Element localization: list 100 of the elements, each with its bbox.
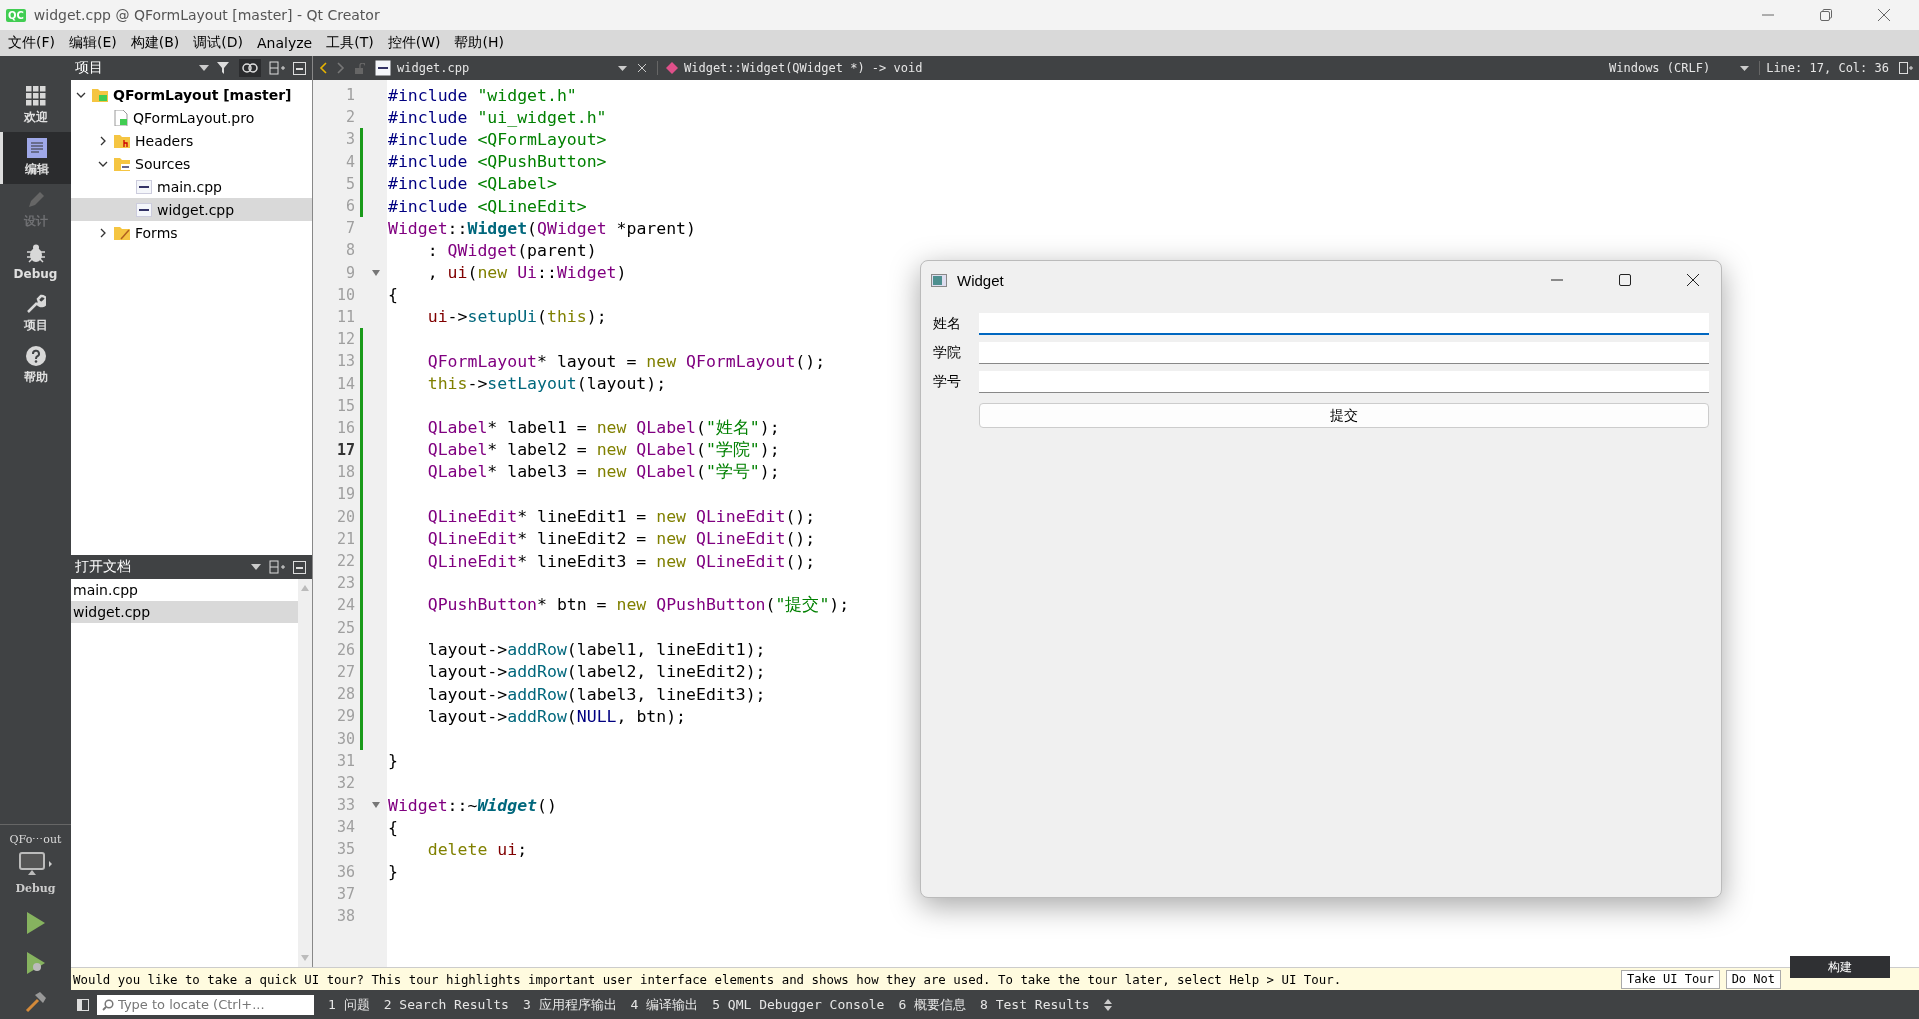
run-icon[interactable]: [25, 911, 46, 935]
menu-item[interactable]: 调试(D): [193, 34, 243, 52]
input-field[interactable]: [979, 371, 1709, 393]
app-logo: QC: [6, 8, 26, 22]
line-number: 36: [335, 862, 355, 881]
line-number: 32: [335, 773, 355, 792]
build-config: Debug: [15, 882, 56, 895]
fold-arrow-icon[interactable]: [372, 802, 380, 809]
line-number: 19: [335, 485, 355, 504]
menu-item[interactable]: 构建(B): [130, 34, 180, 52]
line-number: 23: [335, 574, 355, 593]
output-pane-button[interactable]: 3 应用程序输出: [522, 995, 617, 1014]
document-item[interactable]: widget.cpp: [71, 601, 298, 623]
sidebar-toggle-icon[interactable]: [77, 998, 89, 1011]
output-pane-button[interactable]: 2 Search Results: [383, 997, 509, 1012]
window-title: Widget: [957, 271, 1004, 289]
close-icon[interactable]: [1687, 274, 1699, 286]
dropdown-icon[interactable]: [251, 564, 261, 570]
line-number: 20: [335, 507, 355, 526]
code-line: layout->addRow(label1, lineEdit1);: [426, 640, 766, 660]
line-number: 10: [335, 285, 355, 304]
document-item[interactable]: main.cpp: [71, 579, 298, 601]
line-number: 2: [344, 108, 355, 127]
mode-button[interactable]: 编辑: [0, 132, 71, 184]
line-number: 4: [344, 152, 355, 171]
line-number: 14: [335, 374, 355, 393]
split-icon[interactable]: [269, 560, 285, 574]
line-number: 18: [335, 463, 355, 482]
hammer-icon[interactable]: [24, 991, 47, 1013]
output-pane-button[interactable]: 8 Test Results: [980, 997, 1090, 1012]
split-icon[interactable]: [269, 61, 285, 75]
line-number: 1: [344, 86, 355, 105]
fold-arrow-icon[interactable]: [372, 269, 380, 276]
line-number: 29: [335, 707, 355, 726]
output-pane-button[interactable]: 5 QML Debugger Console: [712, 997, 885, 1012]
tour-button[interactable]: Take UI Tour: [1620, 969, 1720, 989]
menu-item[interactable]: 工具(T): [326, 34, 374, 52]
line-number: 7: [344, 219, 355, 238]
cursor-position[interactable]: Line: 17, Col: 36: [1759, 61, 1889, 75]
tree-item[interactable]: Headers: [71, 129, 312, 152]
tree-item[interactable]: QFormLayout.pro: [71, 106, 312, 129]
code-line: QLabel* label2 = new QLabel("学院");: [426, 439, 780, 462]
tree-item[interactable]: QFormLayout [master]: [71, 83, 312, 106]
dropdown-icon: [1740, 65, 1750, 71]
dropdown-icon[interactable]: [199, 65, 209, 71]
line-number: 37: [335, 884, 355, 903]
debug-run-icon[interactable]: [25, 951, 46, 975]
code-line: #include <QLineEdit>: [387, 196, 587, 216]
line-number: 33: [335, 796, 355, 815]
filter-icon[interactable]: [217, 61, 231, 75]
line-number: 31: [335, 751, 355, 770]
symbol-dropdown[interactable]: Widget::Widget(QWidget *) -> void: [657, 61, 923, 75]
close-pane-icon[interactable]: [293, 560, 306, 574]
output-pane-button[interactable]: 4 编译输出: [630, 995, 699, 1014]
mode-button[interactable]: Debug: [0, 236, 71, 288]
input-field[interactable]: [979, 313, 1709, 335]
line-number: 3: [344, 130, 355, 149]
submit-button[interactable]: 提交: [979, 403, 1709, 428]
tree-item[interactable]: Forms: [71, 221, 312, 244]
split-icon[interactable]: [1899, 62, 1913, 74]
field-label: 学院: [933, 344, 962, 362]
code-line: }: [387, 751, 398, 771]
code-line: #include <QFormLayout>: [387, 129, 607, 149]
restore-icon[interactable]: [1819, 8, 1833, 22]
up-down-arrows-icon[interactable]: [1103, 998, 1112, 1011]
code-line: delete ui;: [426, 839, 528, 859]
line-number: 12: [335, 330, 355, 349]
line-number: 6: [344, 197, 355, 216]
field-label: 姓名: [933, 315, 962, 333]
tree-item[interactable]: main.cpp: [71, 175, 312, 198]
cpp-file-icon: [136, 202, 152, 217]
link-button[interactable]: [239, 59, 261, 77]
menu-item[interactable]: 帮助(H): [454, 34, 504, 52]
line-number: 26: [335, 640, 355, 659]
monitor-icon[interactable]: [18, 852, 53, 876]
code-line: QLineEdit* lineEdit1 = new QLineEdit();: [426, 507, 816, 527]
code-line: , ui(new Ui::Widget): [426, 263, 627, 283]
folder-icon: [114, 225, 130, 240]
tree-item[interactable]: Sources: [71, 152, 312, 175]
menu-item[interactable]: 文件(F): [8, 34, 55, 52]
menu-item[interactable]: Analyze: [257, 35, 313, 51]
tour-button[interactable]: Do Not: [1725, 969, 1781, 989]
file-dropdown[interactable]: widget.cpp: [375, 60, 627, 76]
output-pane-button[interactable]: 6 概要信息: [898, 995, 967, 1014]
code-line: Widget::~Widget(): [387, 795, 557, 815]
mode-button[interactable]: 项目: [0, 288, 71, 340]
output-pane-button[interactable]: 1 问题: [328, 995, 370, 1014]
maximize-icon[interactable]: [1619, 274, 1631, 286]
cpp-file-icon: [136, 179, 152, 194]
line-ending-dropdown[interactable]: Windows (CRLF): [1609, 61, 1750, 75]
line-number: 30: [335, 729, 355, 748]
input-field[interactable]: [979, 342, 1709, 364]
close-pane-icon[interactable]: [293, 61, 306, 75]
menu-item[interactable]: 控件(W): [387, 34, 441, 52]
mode-button[interactable]: 欢迎: [0, 80, 71, 132]
diamond-icon: [666, 62, 678, 74]
mode-button[interactable]: 帮助: [0, 340, 71, 392]
menu-item[interactable]: 编辑(E): [69, 34, 117, 52]
tree-item[interactable]: widget.cpp: [71, 198, 312, 221]
locator-field[interactable]: Type to locate (Ctrl+...: [97, 994, 314, 1015]
